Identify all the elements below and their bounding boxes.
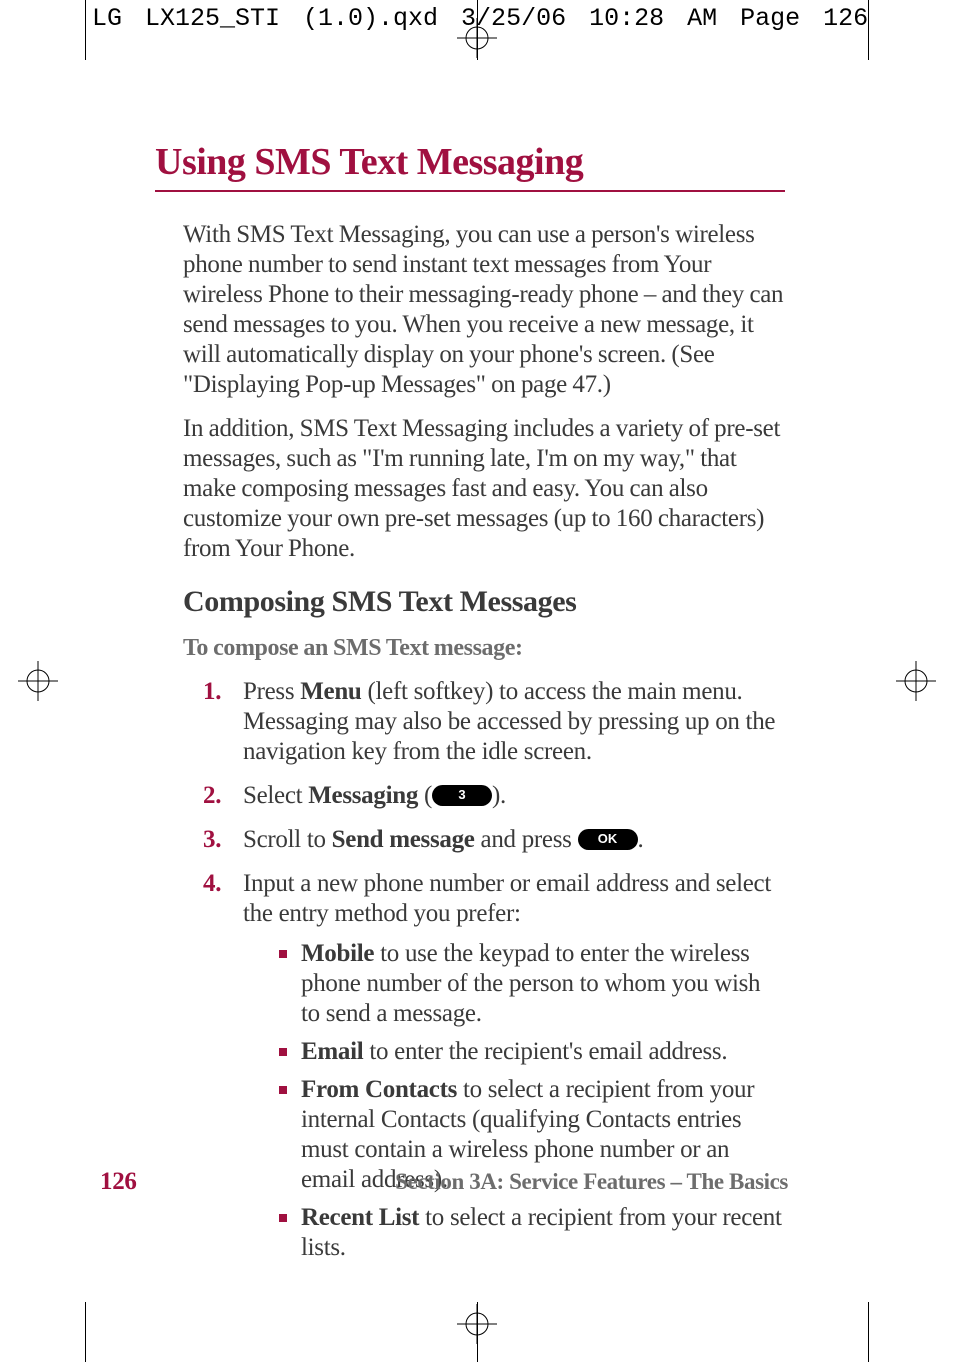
procedure-lead: To compose an SMS Text message: [183, 634, 785, 663]
step-item: 1. Press Menu (left softkey) to access t… [203, 677, 785, 767]
step-item: 3. Scroll to Send message and press OK. [203, 825, 785, 855]
step-number: 4. [203, 869, 243, 899]
phone-key-icon: 3 [432, 785, 492, 806]
registration-mark-icon [18, 661, 58, 701]
step-text: Input a new phone number or email addres… [243, 869, 785, 1271]
step-item: 4. Input a new phone number or email add… [203, 869, 785, 1271]
page-number: 126 [100, 1168, 137, 1196]
ui-term: Send message [332, 826, 475, 853]
registration-mark-icon [896, 661, 936, 701]
body: With SMS Text Messaging, you can use a p… [183, 220, 785, 1271]
step-number: 1. [203, 677, 243, 707]
section-heading: Composing SMS Text Messages [183, 584, 785, 620]
phone-key-icon: OK [578, 829, 638, 850]
list-item: Recent List to select a recipient from y… [279, 1203, 785, 1263]
sub-list: Mobile to use the keypad to enter the wi… [243, 939, 785, 1263]
registration-mark-icon [457, 1304, 497, 1344]
ui-term: Messaging [308, 782, 418, 809]
ui-term: From Contacts [301, 1076, 457, 1103]
list-item: Mobile to use the keypad to enter the wi… [279, 939, 785, 1029]
ui-term: Recent List [301, 1204, 419, 1231]
paragraph: With SMS Text Messaging, you can use a p… [183, 220, 785, 400]
paragraph: In addition, SMS Text Messaging includes… [183, 414, 785, 564]
page-content: Using SMS Text Messaging With SMS Text M… [155, 140, 785, 1285]
step-item: 2. Select Messaging (3). [203, 781, 785, 811]
step-text: Scroll to Send message and press OK. [243, 825, 785, 855]
section-label: Section 3A: Service Features – The Basic… [395, 1169, 788, 1195]
ui-term: Mobile [301, 940, 374, 967]
step-text: Select Messaging (3). [243, 781, 785, 811]
list-item: Email to enter the recipient's email add… [279, 1037, 785, 1067]
prepress-slug: LG LX125_STI (1.0).qxd 3/25/06 10:28 AM … [92, 4, 868, 33]
title-rule [155, 190, 785, 192]
page-title: Using SMS Text Messaging [155, 140, 785, 184]
step-text: Press Menu (left softkey) to access the … [243, 677, 785, 767]
ui-term: Email [301, 1038, 363, 1065]
step-number: 2. [203, 781, 243, 811]
page-footer: 126 Section 3A: Service Features – The B… [100, 1168, 788, 1196]
step-number: 3. [203, 825, 243, 855]
ui-term: Menu [300, 678, 361, 705]
